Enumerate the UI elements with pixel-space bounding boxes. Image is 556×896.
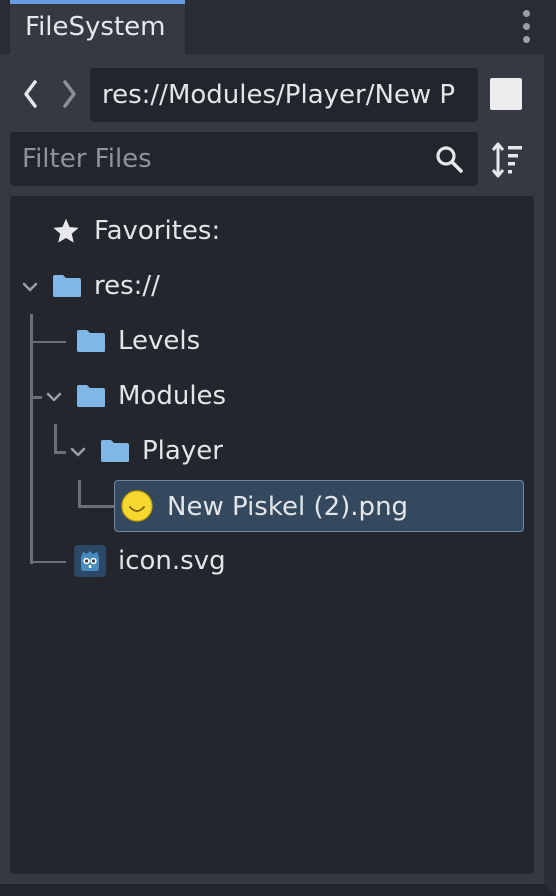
- favorites-label: Favorites:: [94, 216, 221, 246]
- filter-files-input[interactable]: [10, 132, 420, 186]
- player-label: Player: [142, 436, 223, 466]
- chevron-down-icon[interactable]: [46, 392, 62, 402]
- modules-label: Modules: [118, 381, 227, 411]
- path-text: res://Modules/Player/New P: [102, 80, 456, 110]
- godot-logo-icon: [74, 545, 106, 577]
- smiley-face-icon: [121, 490, 153, 522]
- filesystem-dock: FileSystem res://Modules/Player/New P Fi…: [0, 0, 556, 896]
- res-root-label: res://: [94, 271, 160, 301]
- tree-item-favorites[interactable]: Favorites:: [10, 204, 534, 258]
- tree-item-icon-svg[interactable]: icon.svg: [10, 534, 534, 588]
- icon-svg-label: icon.svg: [118, 546, 226, 576]
- chevron-down-icon[interactable]: [70, 447, 86, 457]
- folder-icon: [77, 385, 105, 407]
- folder-icon: [53, 275, 81, 297]
- tab-filesystem[interactable]: FileSystem: [10, 0, 185, 54]
- back-button[interactable]: [18, 76, 44, 112]
- path-field[interactable]: res://Modules/Player/New P: [90, 68, 478, 122]
- sort-button[interactable]: [490, 140, 526, 180]
- filter-field[interactable]: [10, 132, 478, 186]
- levels-label: Levels: [118, 326, 201, 356]
- chevron-right-icon: [63, 80, 76, 108]
- dock-tab-bar: FileSystem: [0, 0, 544, 54]
- search-icon[interactable]: [434, 144, 464, 174]
- folder-icon: [77, 330, 105, 352]
- sort-icon: [491, 142, 522, 178]
- tab-filesystem-label: FileSystem: [25, 12, 166, 42]
- tree-item-new-piskel-png[interactable]: New Piskel (2).png: [114, 480, 524, 532]
- kebab-menu-icon[interactable]: [514, 8, 538, 46]
- tree-guide-line: [78, 505, 114, 508]
- star-icon: [53, 218, 79, 243]
- file-tree: Favorites: res:// Levels Modules Player …: [10, 196, 534, 874]
- forward-button[interactable]: [56, 76, 82, 112]
- tree-item-levels[interactable]: Levels: [10, 314, 534, 368]
- chevron-left-icon: [24, 80, 37, 108]
- tree-item-modules[interactable]: Modules: [10, 369, 534, 423]
- chevron-down-icon[interactable]: [22, 282, 38, 292]
- tree-guide-line: [78, 480, 81, 508]
- split-mode-icon[interactable]: [490, 78, 522, 110]
- folder-icon: [101, 440, 129, 462]
- tree-item-res-root[interactable]: res://: [10, 259, 534, 313]
- tree-item-player[interactable]: Player: [10, 424, 534, 478]
- new-piskel-label: New Piskel (2).png: [167, 492, 409, 522]
